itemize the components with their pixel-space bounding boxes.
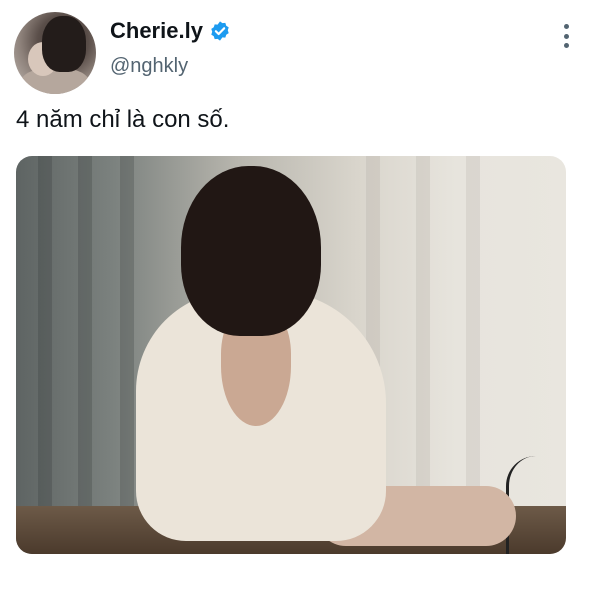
curtain-fold xyxy=(38,156,52,516)
tweet-card: Cherie.ly @nghkly 4 năm chỉ là con số. xyxy=(0,0,600,612)
curtain-fold xyxy=(78,156,92,516)
author-name-row: Cherie.ly xyxy=(110,18,231,44)
author-avatar[interactable] xyxy=(14,12,96,94)
avatar-hair-shape xyxy=(42,16,86,72)
curtain-fold xyxy=(466,156,480,516)
more-dot xyxy=(563,33,569,39)
curtain-fold xyxy=(416,156,430,516)
photo-cable xyxy=(506,456,566,554)
tweet-media-photo[interactable] xyxy=(16,156,566,554)
avatar-body-shape xyxy=(20,68,90,94)
curtain-fold xyxy=(120,156,134,516)
more-dot xyxy=(563,24,569,29)
verified-badge-icon xyxy=(211,21,229,41)
author-handle[interactable]: @nghkly xyxy=(110,55,188,78)
more-dot xyxy=(563,43,569,48)
more-options-icon[interactable] xyxy=(556,22,576,50)
photo-figure-hair xyxy=(181,166,321,336)
author-display-name[interactable]: Cherie.ly xyxy=(110,18,203,44)
tweet-text: 4 năm chỉ là con số. xyxy=(16,106,230,133)
